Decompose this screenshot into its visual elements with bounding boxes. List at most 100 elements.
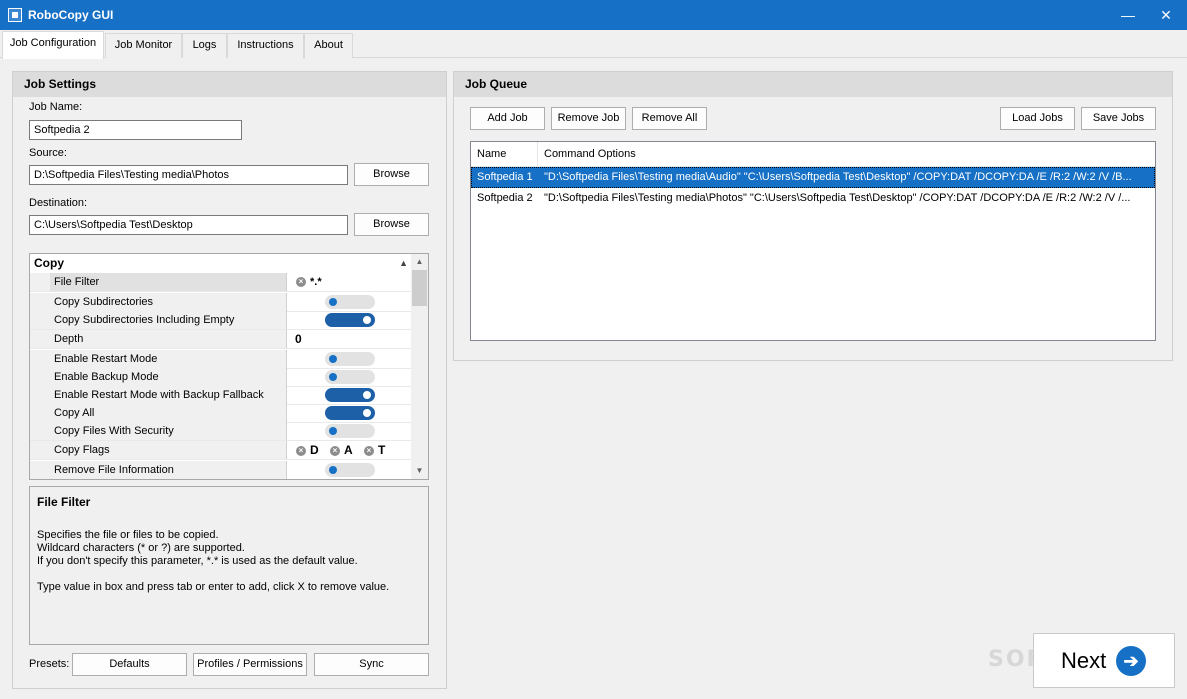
toggle-switch[interactable] [325,388,375,402]
column-header-name[interactable]: Name [471,142,538,166]
grid-row[interactable]: Copy Subdirectories [30,293,412,312]
grid-category-label: Copy [34,256,64,270]
grid-row[interactable]: Copy Flags × D × A × T [30,441,412,460]
tab-about[interactable]: About [304,33,353,58]
add-job-button[interactable]: Add Job [470,107,545,130]
preset-sync-button[interactable]: Sync [314,653,429,676]
job-name-input[interactable]: Softpedia 2 [29,120,242,140]
toggle-switch[interactable] [325,370,375,384]
toggle-switch[interactable] [325,313,375,327]
job-row[interactable]: Softpedia 1 "D:\Softpedia Files\Testing … [471,167,1155,188]
help-line: Wildcard characters (* or ?) are support… [37,542,245,554]
flag-chip[interactable]: × T [364,441,385,459]
remove-icon[interactable]: × [364,445,374,456]
destination-input[interactable]: C:\Users\Softpedia Test\Desktop [29,215,348,235]
grid-row[interactable]: Remove File Information [30,461,412,479]
job-queue-list[interactable]: Name Command Options Softpedia 1 "D:\Sof… [470,141,1156,341]
scroll-thumb[interactable] [412,270,427,306]
destination-label: Destination: [29,197,88,209]
depth-value: 0 [295,332,302,346]
remove-icon[interactable]: × [330,445,340,456]
grid-row[interactable]: File Filter × *.* [30,273,412,292]
remove-icon[interactable]: × [296,445,306,456]
grid-row-label: Enable Restart Mode [50,350,287,368]
source-browse-button[interactable]: Browse [354,163,429,186]
toggle-switch[interactable] [325,406,375,420]
grid-gutter [30,422,50,440]
preset-defaults-button[interactable]: Defaults [72,653,187,676]
grid-row-value[interactable] [288,368,412,386]
grid-row-label: Copy Flags [50,441,287,459]
toggle-switch[interactable] [325,424,375,438]
next-label: Next [1061,648,1107,673]
close-button[interactable]: ✕ [1143,0,1187,30]
scroll-down-icon[interactable]: ▼ [411,463,428,479]
toggle-knob [329,373,337,381]
grid-row-value[interactable]: × D × A × T [288,441,412,459]
job-options-cell: "D:\Softpedia Files\Testing media\Audio"… [544,171,1132,183]
toggle-knob [329,355,337,363]
filter-chip[interactable]: × *.* [296,273,322,291]
grid-gutter [30,441,50,459]
tab-instructions[interactable]: Instructions [227,33,304,58]
title-bar: RoboCopy GUI — ✕ [0,0,1187,30]
grid-scrollbar[interactable]: ▲ ▼ [411,254,428,479]
help-panel: File Filter Specifies the file or files … [29,486,429,645]
grid-row-value[interactable] [288,461,412,479]
collapse-icon[interactable]: ▲ [399,254,408,272]
job-name-cell: Softpedia 2 [477,192,533,204]
help-title: File Filter [37,495,91,509]
grid-row-label: Copy All [50,404,287,422]
grid-row[interactable]: Enable Restart Mode [30,350,412,369]
app-icon [8,8,22,22]
flag-chip[interactable]: × D [296,441,319,459]
grid-row[interactable]: Copy Files With Security [30,422,412,441]
grid-row-value[interactable]: × *.* [288,273,412,291]
remove-icon[interactable]: × [296,277,306,288]
grid-row-value[interactable] [288,404,412,422]
grid-gutter [30,368,50,386]
toggle-knob [329,466,337,474]
arrow-right-icon: ➔ [1116,646,1146,676]
job-settings-title: Job Settings [13,72,446,97]
next-button[interactable]: Next ➔ [1033,633,1175,688]
toggle-knob [363,316,371,324]
source-input[interactable]: D:\Softpedia Files\Testing media\Photos [29,165,348,185]
load-jobs-button[interactable]: Load Jobs [1000,107,1075,130]
toggle-switch[interactable] [325,463,375,477]
grid-category-header[interactable]: Copy ▲ [30,254,412,273]
grid-row-value[interactable] [288,311,412,329]
grid-row[interactable]: Depth 0 [30,330,412,349]
grid-gutter [30,293,50,311]
grid-row-value[interactable] [288,422,412,440]
remove-job-button[interactable]: Remove Job [551,107,626,130]
remove-all-button[interactable]: Remove All [632,107,707,130]
grid-row-label: Copy Files With Security [50,422,287,440]
grid-row-value[interactable] [288,293,412,311]
tab-job-monitor[interactable]: Job Monitor [105,33,182,58]
toggle-switch[interactable] [325,352,375,366]
grid-gutter [30,311,50,329]
help-line: Type value in box and press tab or enter… [37,581,390,593]
column-header-options[interactable]: Command Options [538,142,1155,166]
grid-row[interactable]: Copy Subdirectories Including Empty [30,311,412,330]
destination-browse-button[interactable]: Browse [354,213,429,236]
job-row[interactable]: Softpedia 2 "D:\Softpedia Files\Testing … [471,188,1155,209]
grid-gutter [30,273,50,291]
grid-row-value[interactable]: 0 [288,330,412,348]
save-jobs-button[interactable]: Save Jobs [1081,107,1156,130]
tab-logs[interactable]: Logs [182,33,227,58]
preset-profiles-button[interactable]: Profiles / Permissions [193,653,307,676]
grid-row-value[interactable] [288,350,412,368]
job-name-cell: Softpedia 1 [477,171,533,183]
flag-chip[interactable]: × A [330,441,353,459]
grid-row[interactable]: Enable Restart Mode with Backup Fallback [30,386,412,405]
grid-row-value[interactable] [288,386,412,404]
presets-label: Presets: [29,658,70,670]
toggle-knob [363,409,371,417]
toggle-switch[interactable] [325,295,375,309]
grid-row[interactable]: Copy All [30,404,412,423]
scroll-up-icon[interactable]: ▲ [411,254,428,270]
grid-row[interactable]: Enable Backup Mode [30,368,412,387]
tab-job-configuration[interactable]: Job Configuration [2,31,104,59]
